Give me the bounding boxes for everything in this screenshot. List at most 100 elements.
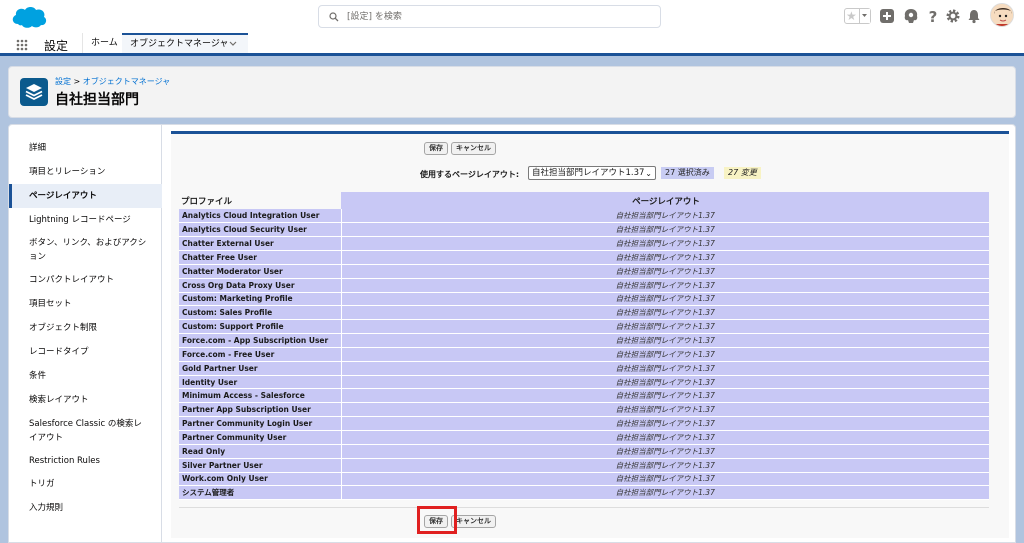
table-row[interactable]: Read Only 自社担当部門レイアウト1.37 bbox=[179, 444, 989, 459]
layout-assignment-cell[interactable]: 自社担当部門レイアウト1.37 bbox=[340, 388, 989, 404]
sidebar-item-search-layouts[interactable]: 検索レイアウト bbox=[9, 393, 162, 407]
layout-assignment-cell[interactable]: 自社担当部門レイアウト1.37 bbox=[340, 305, 989, 321]
profile-name-cell: Read Only bbox=[179, 444, 341, 459]
profile-name-cell: Chatter Free User bbox=[179, 250, 341, 265]
table-row[interactable]: Partner Community User 自社担当部門レイアウト1.37 bbox=[179, 430, 989, 445]
layout-assignment-cell[interactable]: 自社担当部門レイアウト1.37 bbox=[340, 250, 989, 265]
breadcrumb-setup-link[interactable]: 設定 bbox=[55, 77, 71, 86]
layout-assignment-cell[interactable]: 自社担当部門レイアウト1.37 bbox=[340, 416, 989, 431]
layout-assignment-cell[interactable]: 自社担当部門レイアウト1.37 bbox=[340, 333, 989, 348]
layout-assignment-cell[interactable]: 自社担当部門レイアウト1.37 bbox=[340, 264, 989, 279]
table-row[interactable]: Partner App Subscription User 自社担当部門レイアウト… bbox=[179, 402, 989, 418]
highlight-box bbox=[417, 506, 457, 534]
layout-column-header: ページレイアウト bbox=[341, 192, 989, 209]
chevron-down-icon: ⌄ bbox=[645, 169, 652, 178]
sidebar-item-lightning-record-pages[interactable]: Lightning レコードページ bbox=[9, 213, 162, 227]
layout-assignment-cell[interactable]: 自社担当部門レイアウト1.37 bbox=[340, 347, 989, 362]
layout-assignment-cell[interactable]: 自社担当部門レイアウト1.37 bbox=[340, 430, 989, 445]
table-row[interactable]: Gold Partner User 自社担当部門レイアウト1.37 bbox=[179, 361, 989, 376]
table-row[interactable]: Minimum Access - Salesforce 自社担当部門レイアウト1.… bbox=[179, 388, 989, 404]
layout-assignment-cell[interactable]: 自社担当部門レイアウト1.37 bbox=[340, 209, 989, 224]
table-header-row: プロファイル ページレイアウト bbox=[179, 192, 989, 209]
tab-object-manager[interactable]: オブジェクトマネージャ bbox=[122, 33, 248, 53]
sidebar-item-fields-relationships[interactable]: 項目とリレーション bbox=[9, 165, 162, 179]
star-icon[interactable]: ★ bbox=[846, 9, 857, 23]
sidebar-item-buttons-links-actions[interactable]: ボタン、リンク、およびアクション bbox=[9, 236, 149, 264]
global-search[interactable] bbox=[318, 5, 661, 28]
sidebar-item-validation-rules[interactable]: 入力規則 bbox=[9, 501, 162, 515]
sidebar-item-field-sets[interactable]: 項目セット bbox=[9, 297, 162, 311]
table-row[interactable]: Force.com - App Subscription User 自社担当部門レ… bbox=[179, 333, 989, 348]
sidebar-item-classic-search-layouts[interactable]: Salesforce Classic の検索レイアウト bbox=[9, 417, 149, 445]
chevron-down-icon bbox=[862, 14, 867, 17]
help-icon[interactable]: ? bbox=[925, 8, 941, 24]
table-row[interactable]: Chatter Free User 自社担当部門レイアウト1.37 bbox=[179, 250, 989, 265]
favorites-group[interactable]: ★ bbox=[844, 8, 871, 24]
table-row[interactable]: Force.com - Free User 自社担当部門レイアウト1.37 bbox=[179, 347, 989, 362]
cancel-button-bottom[interactable]: キャンセル bbox=[451, 515, 496, 528]
table-row[interactable]: Silver Partner User 自社担当部門レイアウト1.37 bbox=[179, 458, 989, 473]
trailhead-icon[interactable] bbox=[903, 8, 919, 24]
profile-name-cell: Chatter External User bbox=[179, 236, 341, 252]
layout-assignment-cell[interactable]: 自社担当部門レイアウト1.37 bbox=[340, 292, 989, 307]
layout-assignment-cell[interactable]: 自社担当部門レイアウト1.37 bbox=[340, 375, 989, 390]
layout-assignment-cell[interactable]: 自社担当部門レイアウト1.37 bbox=[340, 361, 989, 376]
table-row[interactable]: Custom: Support Profile 自社担当部門レイアウト1.37 bbox=[179, 319, 989, 335]
table-row[interactable]: Analytics Cloud Integration User 自社担当部門レイ… bbox=[179, 209, 989, 224]
sidebar-item-page-layouts[interactable]: ページレイアウト bbox=[9, 184, 162, 208]
sidebar-item-object-limits[interactable]: オブジェクト制限 bbox=[9, 321, 162, 335]
layout-assignment-cell[interactable]: 自社担当部門レイアウト1.37 bbox=[340, 319, 989, 335]
app-launcher-icon[interactable] bbox=[16, 39, 28, 51]
layout-assignment-cell[interactable]: 自社担当部門レイアウト1.37 bbox=[340, 444, 989, 459]
cancel-button-top[interactable]: キャンセル bbox=[451, 142, 496, 155]
favorites-dropdown[interactable] bbox=[859, 9, 870, 23]
layout-assignment-cell[interactable]: 自社担当部門レイアウト1.37 bbox=[340, 278, 989, 293]
sidebar-item-details[interactable]: 詳細 bbox=[9, 141, 162, 155]
table-row[interactable]: システム管理者 自社担当部門レイアウト1.37 bbox=[179, 485, 989, 501]
search-icon bbox=[329, 12, 339, 22]
table-row[interactable]: Partner Community Login User 自社担当部門レイアウト1… bbox=[179, 416, 989, 431]
table-row[interactable]: Identity User 自社担当部門レイアウト1.37 bbox=[179, 375, 989, 390]
table-row[interactable]: Work.com Only User 自社担当部門レイアウト1.37 bbox=[179, 472, 989, 487]
user-avatar[interactable] bbox=[990, 3, 1014, 27]
page-layout-assignment-panel: 保存 キャンセル 使用するページレイアウト: 自社担当部門レイアウト1.37 ⌄… bbox=[171, 131, 1009, 538]
gear-icon[interactable] bbox=[945, 8, 961, 24]
changed-count-badge: 27 変更 bbox=[724, 167, 761, 179]
chevron-down-icon[interactable] bbox=[228, 38, 238, 48]
table-row[interactable]: Cross Org Data Proxy User 自社担当部門レイアウト1.37 bbox=[179, 278, 989, 293]
sidebar-item-compact-layouts[interactable]: コンパクトレイアウト bbox=[9, 273, 162, 287]
profile-name-cell: Force.com - App Subscription User bbox=[179, 333, 341, 348]
content-card: 詳細 項目とリレーション ページレイアウト Lightning レコードページ … bbox=[8, 124, 1016, 543]
tab-object-manager-label: オブジェクトマネージャ bbox=[130, 39, 229, 49]
layout-assignment-cell[interactable]: 自社担当部門レイアウト1.37 bbox=[340, 458, 989, 473]
profile-name-cell: Work.com Only User bbox=[179, 472, 341, 487]
global-create-icon[interactable] bbox=[879, 8, 895, 24]
save-button-top[interactable]: 保存 bbox=[424, 142, 448, 155]
sidebar-item-restriction-rules[interactable]: Restriction Rules bbox=[9, 454, 162, 468]
sidebar-item-record-types[interactable]: レコードタイプ bbox=[9, 345, 162, 359]
breadcrumb-object-manager-link[interactable]: オブジェクトマネージャ bbox=[83, 77, 170, 86]
profile-name-cell: Identity User bbox=[179, 375, 341, 390]
page-layout-select[interactable]: 自社担当部門レイアウト1.37 ⌄ bbox=[528, 166, 656, 180]
table-row[interactable]: Custom: Sales Profile 自社担当部門レイアウト1.37 bbox=[179, 305, 989, 321]
object-sidebar: 詳細 項目とリレーション ページレイアウト Lightning レコードページ … bbox=[9, 125, 162, 543]
salesforce-logo[interactable] bbox=[10, 4, 48, 30]
svg-text:?: ? bbox=[929, 8, 938, 24]
notification-bell-icon[interactable] bbox=[966, 8, 982, 24]
layout-assignment-cell[interactable]: 自社担当部門レイアウト1.37 bbox=[340, 222, 989, 238]
page-layout-select-value: 自社担当部門レイアウト1.37 bbox=[532, 168, 645, 178]
sidebar-item-conditions[interactable]: 条件 bbox=[9, 369, 162, 383]
table-row[interactable]: Chatter External User 自社担当部門レイアウト1.37 bbox=[179, 236, 989, 252]
layout-assignment-cell[interactable]: 自社担当部門レイアウト1.37 bbox=[340, 472, 989, 487]
layout-select-label: 使用するページレイアウト: bbox=[420, 170, 520, 179]
layout-assignment-cell[interactable]: 自社担当部門レイアウト1.37 bbox=[340, 236, 989, 252]
search-input[interactable] bbox=[347, 9, 647, 25]
sidebar-item-triggers[interactable]: トリガ bbox=[9, 477, 162, 491]
app-nav-bar: 設定 ホーム オブジェクトマネージャ bbox=[0, 33, 1024, 56]
table-row[interactable]: Analytics Cloud Security User 自社担当部門レイアウト… bbox=[179, 222, 989, 238]
table-row[interactable]: Chatter Moderator User 自社担当部門レイアウト1.37 bbox=[179, 264, 989, 279]
tab-home[interactable]: ホーム bbox=[82, 33, 126, 53]
table-row[interactable]: Custom: Marketing Profile 自社担当部門レイアウト1.37 bbox=[179, 292, 989, 307]
layout-assignment-cell[interactable]: 自社担当部門レイアウト1.37 bbox=[340, 402, 989, 418]
layout-assignment-cell[interactable]: 自社担当部門レイアウト1.37 bbox=[340, 485, 989, 501]
